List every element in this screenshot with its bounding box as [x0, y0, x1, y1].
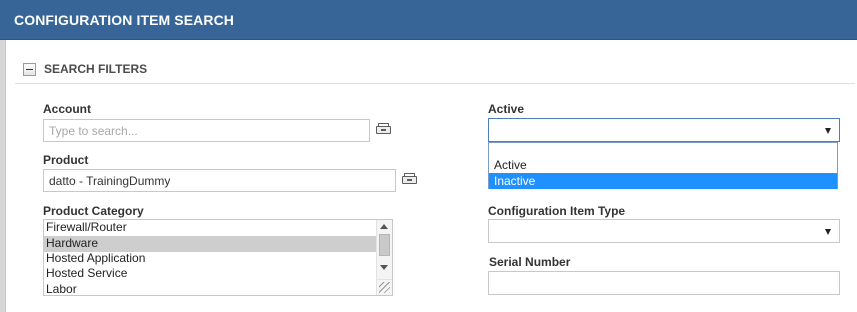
- product-picker-icon[interactable]: [401, 172, 419, 186]
- product-category-label: Product Category: [43, 204, 144, 218]
- configuration-item-type-select[interactable]: [488, 219, 840, 243]
- product-input[interactable]: [43, 169, 396, 192]
- dropdown-option-blank[interactable]: [489, 143, 837, 157]
- configuration-item-type-label: Configuration Item Type: [488, 204, 626, 218]
- dropdown-option-active[interactable]: Active: [489, 157, 837, 173]
- serial-number-input[interactable]: [488, 271, 840, 295]
- serial-number-label: Serial Number: [489, 255, 571, 269]
- list-item[interactable]: Hosted Application: [44, 251, 377, 267]
- account-search-input[interactable]: [43, 119, 370, 142]
- scroll-thumb[interactable]: [379, 234, 390, 256]
- account-label: Account: [43, 102, 91, 116]
- dropdown-option-inactive[interactable]: Inactive: [489, 173, 837, 189]
- scroll-down-icon[interactable]: [380, 265, 388, 270]
- active-label: Active: [488, 102, 525, 116]
- section-title: SEARCH FILTERS: [44, 62, 148, 76]
- chevron-down-icon[interactable]: [825, 229, 831, 235]
- section-divider: [15, 83, 855, 84]
- list-item-selected[interactable]: Hardware: [44, 236, 377, 252]
- product-category-listbox[interactable]: Firewall/Router Hardware Hosted Applicat…: [43, 219, 393, 296]
- title-bar: CONFIGURATION ITEM SEARCH: [0, 0, 857, 40]
- collapse-minus-icon[interactable]: [23, 63, 36, 76]
- active-dropdown-list[interactable]: Active Inactive: [488, 142, 838, 189]
- scroll-up-icon[interactable]: [380, 224, 388, 229]
- product-label: Product: [43, 153, 89, 167]
- listbox-scrollbar[interactable]: [376, 220, 392, 295]
- resize-grip-icon[interactable]: [379, 282, 390, 293]
- list-item[interactable]: Firewall/Router: [44, 220, 377, 236]
- list-item[interactable]: Labor: [44, 282, 377, 295]
- account-picker-icon[interactable]: [375, 122, 393, 136]
- chevron-down-icon[interactable]: [825, 128, 831, 134]
- page-title: CONFIGURATION ITEM SEARCH: [14, 12, 235, 28]
- active-select[interactable]: [488, 118, 840, 142]
- list-item[interactable]: Hosted Service: [44, 266, 377, 282]
